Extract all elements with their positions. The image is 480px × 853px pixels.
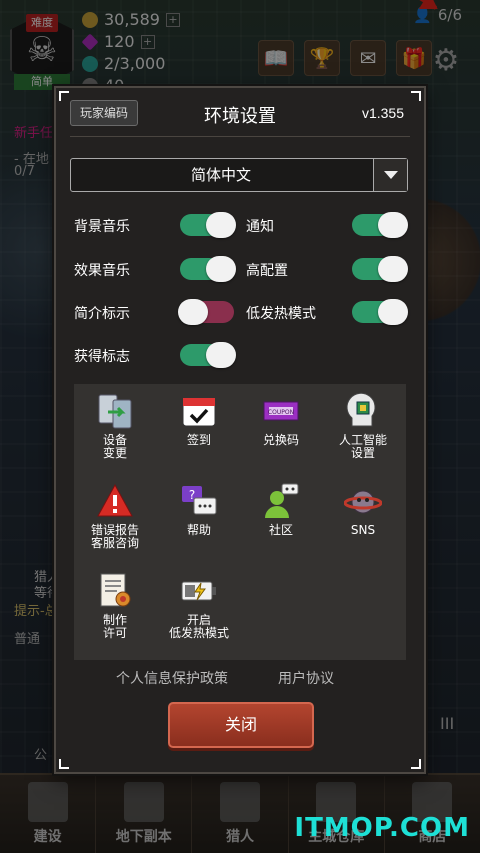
toggle-knob: [378, 299, 408, 325]
low-heat-label: 低发热模式: [246, 306, 316, 322]
watermark: ITMOP.COM: [294, 813, 470, 843]
coupon-icon: COUPON: [262, 392, 300, 430]
high-config-label: 高配置: [246, 263, 288, 279]
high-config-toggle[interactable]: [352, 256, 408, 282]
corner-decoration: [411, 759, 421, 769]
calendar-check-icon: [180, 392, 218, 430]
community-user-icon: [262, 482, 300, 520]
version-label: v1.355: [361, 105, 404, 121]
bg-music-toggle[interactable]: [180, 212, 236, 238]
help-chat-icon: ?: [180, 482, 218, 520]
toggle-knob: [178, 299, 208, 325]
chevron-down-icon[interactable]: [373, 159, 407, 191]
toggle-knob: [206, 212, 236, 238]
help-item[interactable]: ? 帮助: [158, 482, 240, 537]
intro-mark-toggle[interactable]: [178, 299, 234, 325]
settings-dialog: 玩家编码 环境设置 v1.355 简体中文 背景音乐 通知 效果音乐 高配置 简…: [54, 86, 426, 774]
checkin-label: 签到: [186, 433, 211, 447]
toggle-knob: [206, 256, 236, 282]
sns-label: SNS: [350, 523, 376, 537]
notify-label: 通知: [246, 219, 274, 235]
sns-item[interactable]: SNS: [322, 482, 404, 537]
intro-mark-label: 简介标示: [74, 306, 130, 322]
language-value: 简体中文: [190, 166, 251, 184]
corner-decoration: [59, 759, 69, 769]
svg-text:COUPON: COUPON: [268, 409, 294, 416]
battery-bolt-icon: [180, 572, 218, 610]
device-change-item[interactable]: 设备 变更: [74, 392, 156, 460]
community-item[interactable]: 社区: [240, 482, 322, 537]
bg-music-label: 背景音乐: [74, 219, 130, 235]
warning-icon: [96, 482, 134, 520]
low-heat-toggle[interactable]: [352, 299, 408, 325]
feature-grid: 设备 变更 签到 COUPON 兑换码 人工智能 设置 错误报告 客服咨询 ? …: [74, 384, 406, 660]
privacy-policy-link[interactable]: 个人信息保护政策: [116, 668, 228, 688]
ai-settings-label: 人工智能 设置: [338, 433, 387, 460]
sfx-toggle[interactable]: [180, 256, 236, 282]
language-select[interactable]: 简体中文: [70, 158, 408, 192]
terms-link[interactable]: 用户协议: [278, 668, 334, 688]
community-label: 社区: [268, 523, 293, 537]
redeem-label: 兑换码: [262, 433, 299, 447]
phone-transfer-icon: [96, 392, 134, 430]
toggle-knob: [378, 256, 408, 282]
device-change-label: 设备 变更: [102, 433, 127, 460]
corner-decoration: [59, 91, 69, 101]
notify-toggle[interactable]: [352, 212, 408, 238]
credits-label: 制作 许可: [102, 613, 127, 640]
checkin-item[interactable]: 签到: [158, 392, 240, 447]
credits-item[interactable]: 制作 许可: [74, 572, 156, 640]
redeem-item[interactable]: COUPON 兑换码: [240, 392, 322, 447]
ai-head-icon: [344, 392, 382, 430]
low-heat-mode-item[interactable]: 开启 低发热模式: [158, 572, 240, 640]
bug-report-label: 错误报告 客服咨询: [90, 523, 139, 550]
ai-settings-item[interactable]: 人工智能 设置: [322, 392, 404, 460]
corner-decoration: [411, 91, 421, 101]
toggle-knob: [378, 212, 408, 238]
close-button[interactable]: 关闭: [168, 702, 314, 748]
toggle-knob: [206, 342, 236, 368]
certificate-icon: [96, 572, 134, 610]
planet-icon: [344, 482, 382, 520]
title-divider: [70, 136, 410, 137]
get-mark-label: 获得标志: [74, 349, 130, 365]
sfx-label: 效果音乐: [74, 263, 130, 279]
bug-report-item[interactable]: 错误报告 客服咨询: [74, 482, 156, 550]
help-label: 帮助: [186, 523, 211, 537]
get-mark-toggle[interactable]: [180, 342, 236, 368]
low-heat-mode-label: 开启 低发热模式: [168, 613, 229, 640]
